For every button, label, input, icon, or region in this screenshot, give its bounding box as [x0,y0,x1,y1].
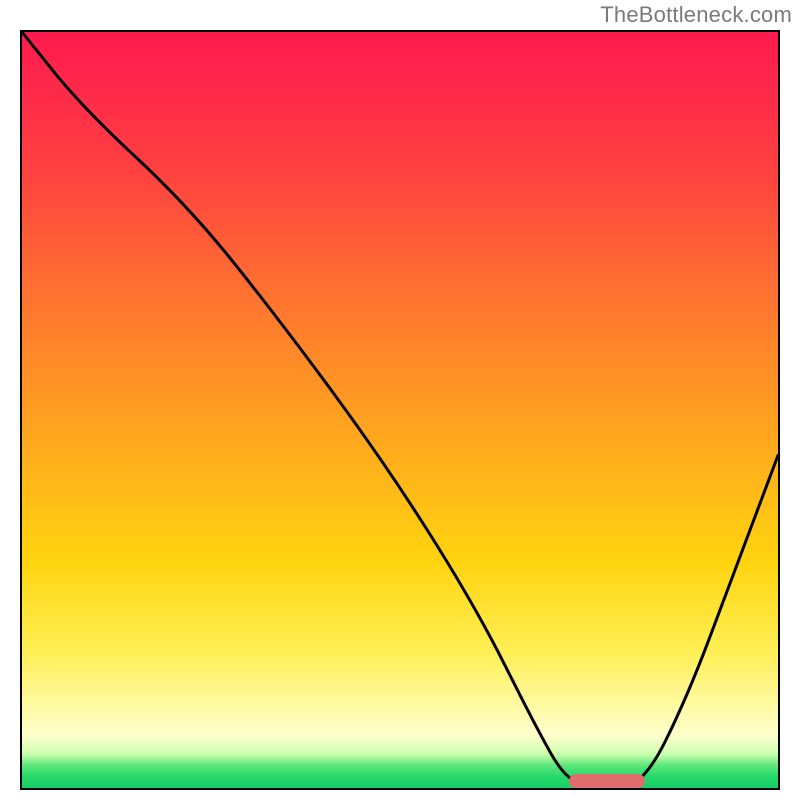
optimal-range-marker [569,774,645,788]
chart-plot-area [20,30,780,790]
watermark-text: TheBottleneck.com [600,2,792,28]
bottleneck-curve [22,32,778,788]
